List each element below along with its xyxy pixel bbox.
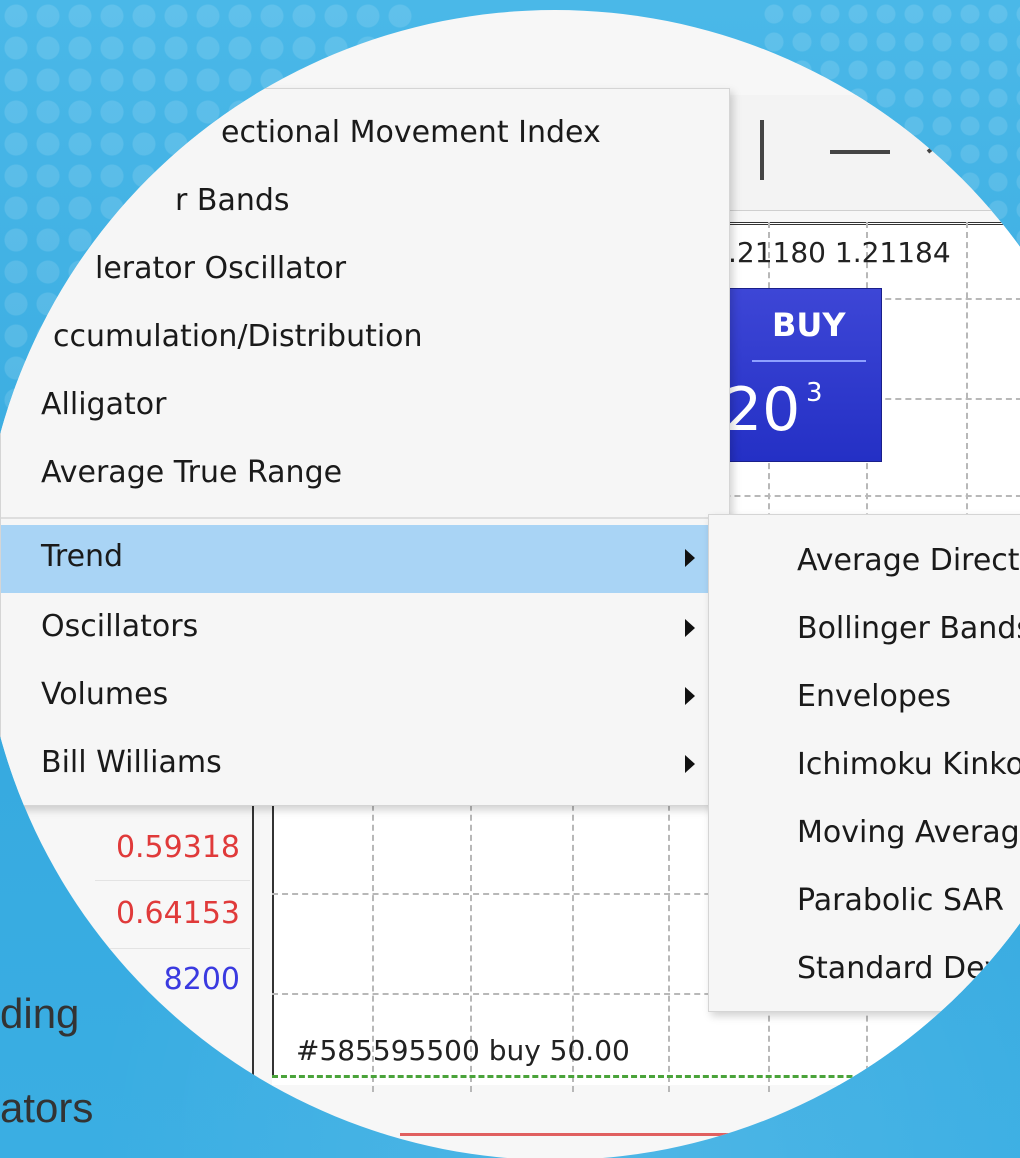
- menu-item-accelerator-oscillator[interactable]: lerator Oscillator: [1, 237, 729, 305]
- submenu-item-moving-average[interactable]: Moving Average: [709, 801, 1020, 869]
- buy-price-pip: 3: [806, 378, 823, 408]
- menu-item-label: Bollinger Bands: [797, 611, 1020, 646]
- vertical-line-tool-icon[interactable]: [760, 120, 764, 180]
- row-divider: [95, 948, 250, 949]
- menu-item-label: Bill Williams: [41, 745, 222, 780]
- menu-item-bill-williams[interactable]: Bill Williams: [1, 731, 729, 799]
- menu-separator: [1, 517, 729, 519]
- menu-item-average-true-range[interactable]: Average True Range: [1, 441, 729, 509]
- menu-item-trend[interactable]: Trend: [1, 525, 729, 593]
- menu-item-label: Volumes: [41, 677, 169, 712]
- menu-item-label: Average True Range: [41, 455, 343, 490]
- menu-item-accumulation-distribution[interactable]: ccumulation/Distribution: [1, 305, 729, 373]
- buy-button-label: BUY: [772, 306, 846, 344]
- background-caption-fragment: ators: [0, 1084, 94, 1131]
- menu-item-label: Oscillators: [41, 609, 199, 644]
- submenu-arrow-icon: [685, 549, 695, 567]
- bid-ask-quote: .21180 1.21184: [728, 236, 951, 269]
- submenu-arrow-icon: [685, 619, 695, 637]
- submenu-item-average-directional[interactable]: Average Directi: [709, 529, 1020, 597]
- menu-item-label: ccumulation/Distribution: [53, 319, 423, 354]
- menu-item-label: Average Directi: [797, 543, 1020, 578]
- menu-item-oscillators[interactable]: Oscillators: [1, 595, 729, 663]
- submenu-item-bollinger-bands[interactable]: Bollinger Bands: [709, 597, 1020, 665]
- row-divider: [95, 880, 250, 881]
- buy-price-main: 20: [724, 375, 801, 445]
- menu-item-label: Alligator: [41, 387, 167, 422]
- market-watch-value: 0.64153: [115, 896, 240, 931]
- horizontal-line-tool-icon[interactable]: [830, 150, 890, 154]
- submenu-arrow-icon: [685, 687, 695, 705]
- menu-item-label: Envelopes: [797, 679, 951, 714]
- menu-item-label: Moving Average: [797, 815, 1020, 850]
- menu-item-label: r Bands: [175, 183, 290, 218]
- buy-button-divider: [752, 360, 866, 362]
- menu-item-alligator[interactable]: Alligator: [1, 373, 729, 441]
- menu-item-label: Ichimoku Kinko: [797, 747, 1020, 782]
- submenu-item-envelopes[interactable]: Envelopes: [709, 665, 1020, 733]
- submenu-item-ichimoku-kinko[interactable]: Ichimoku Kinko: [709, 733, 1020, 801]
- order-line-label: #585595500 buy 50.00: [296, 1034, 630, 1067]
- menu-item-label: lerator Oscillator: [95, 251, 347, 286]
- market-watch-value: 0.59318: [115, 830, 240, 865]
- menu-item-label: ectional Movement Index: [221, 115, 601, 150]
- trend-submenu: Average Directi Bollinger Bands Envelope…: [708, 514, 1020, 1012]
- submenu-arrow-icon: [685, 755, 695, 773]
- menu-item-volumes[interactable]: Volumes: [1, 663, 729, 731]
- background-caption-fragment: ding: [0, 990, 80, 1037]
- submenu-item-parabolic-sar[interactable]: Parabolic SAR: [709, 869, 1020, 937]
- menu-item-label: Trend: [41, 539, 124, 574]
- menu-item-label: Parabolic SAR: [797, 883, 1004, 918]
